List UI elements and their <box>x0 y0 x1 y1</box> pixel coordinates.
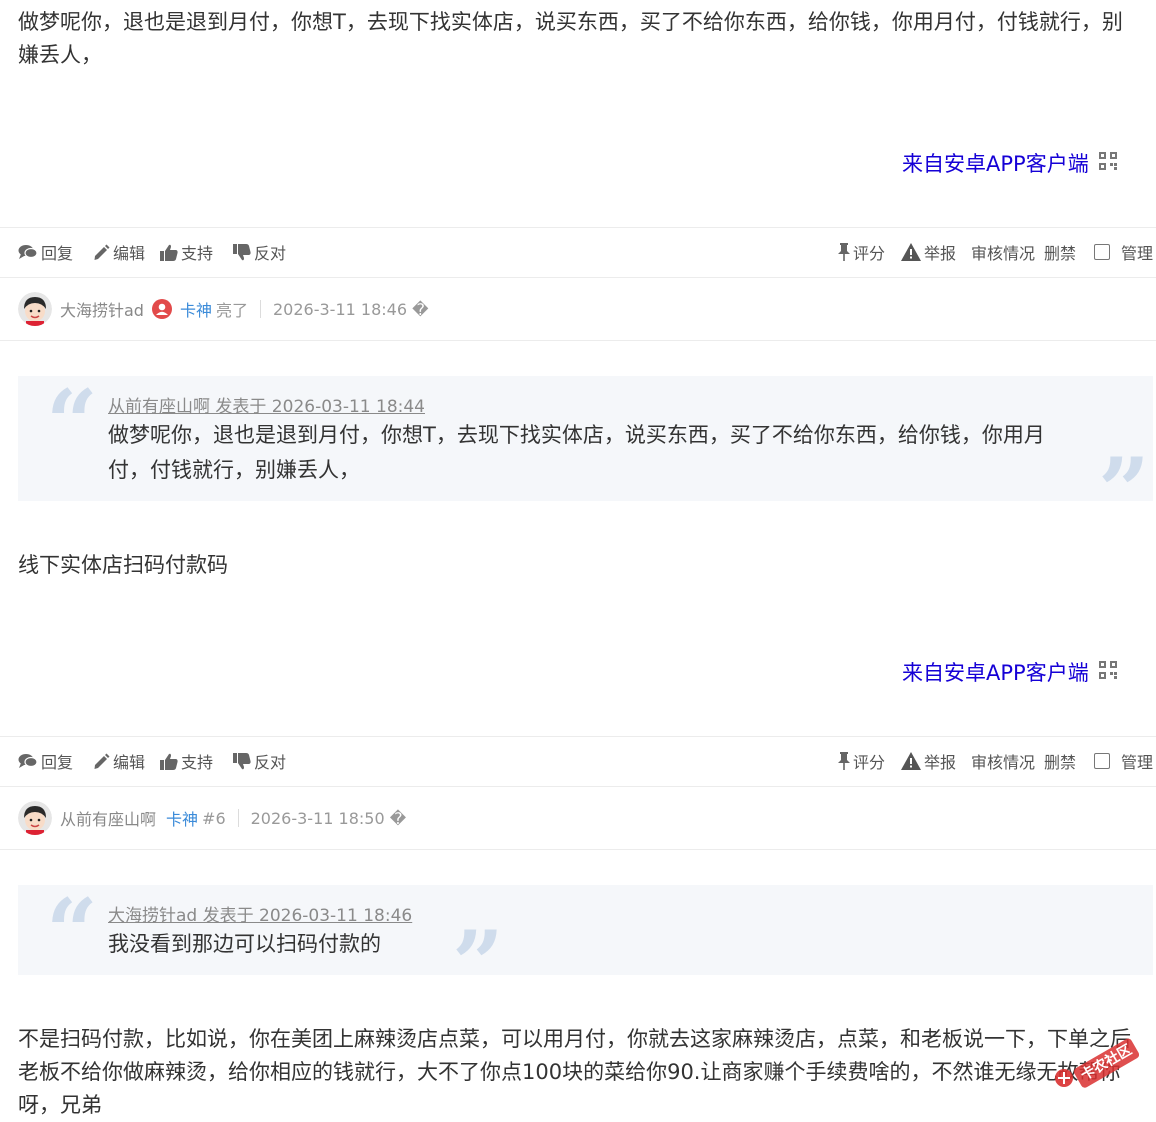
edit-label: 编辑 <box>113 244 146 263</box>
quote-text: 做梦呢你，退也是退到月付，你想T，去现下找实体店，说买东西，买了不给你东西，给你… <box>108 423 1045 482</box>
manage-checkbox[interactable]: 管理 <box>1094 736 1153 786</box>
quote-text: 我没看到那边可以扫码付款的 <box>108 932 381 956</box>
oppose-label: 反对 <box>254 753 287 772</box>
report-label: 举报 <box>924 753 957 772</box>
reply-label: 回复 <box>41 753 74 772</box>
review-status-link[interactable]: 审核情况 <box>971 736 1035 786</box>
ban-link[interactable]: 删禁 <box>1044 736 1076 786</box>
author-name[interactable]: 从前有座山啊 <box>60 806 156 830</box>
edit-button[interactable]: 编辑 <box>93 227 145 277</box>
watermark-logo: 卡农社区 <box>1052 1034 1142 1094</box>
comments-icon <box>18 754 38 768</box>
support-button[interactable]: 支持 <box>160 736 213 786</box>
post-header: 从前有座山啊 卡神 #6 2026-3-11 18:50 � <box>0 787 1156 849</box>
post-body-3: 不是扫码付款，比如说，你在美团上麻辣烫店点菜，可以用月付，你就去这家麻辣烫店，点… <box>18 1027 1131 1117</box>
thumbs-down-icon <box>233 752 251 769</box>
report-button[interactable]: 举报 <box>901 227 956 277</box>
author-name[interactable]: 大海捞针ad <box>60 297 144 321</box>
manage-checkbox[interactable]: 管理 <box>1094 227 1153 277</box>
reply-button[interactable]: 回复 <box>18 736 73 786</box>
reply-label: 回复 <box>41 244 74 263</box>
reply-button[interactable]: 回复 <box>18 227 73 277</box>
close-quote-icon: ” <box>452 911 504 1017</box>
separator <box>260 300 261 318</box>
support-button[interactable]: 支持 <box>160 227 213 277</box>
ban-label: 删禁 <box>1044 244 1077 263</box>
checkbox[interactable] <box>1094 244 1110 260</box>
edit-button[interactable]: 编辑 <box>93 736 145 786</box>
thumbs-down-icon <box>233 243 251 260</box>
source-link-1[interactable]: 来自安卓APP客户端 <box>902 148 1117 178</box>
pushpin-icon <box>838 752 850 770</box>
comments-icon <box>18 245 38 259</box>
warning-icon <box>901 243 921 261</box>
quote-block: “ 大海捞针ad 发表于 2026-03-11 18:46 我没看到那边可以扫码… <box>18 879 1153 1009</box>
support-label: 支持 <box>181 244 214 263</box>
source-link-2[interactable]: 来自安卓APP客户端 <box>902 657 1117 687</box>
ban-label: 删禁 <box>1044 753 1077 772</box>
rate-button[interactable]: 评分 <box>838 227 885 277</box>
floor-number[interactable]: #6 <box>202 809 226 828</box>
close-quote-icon: ” <box>1098 438 1150 544</box>
review-label: 审核情况 <box>971 753 1036 772</box>
source-link-label: 来自安卓APP客户端 <box>902 661 1089 685</box>
quote-header-link[interactable]: 大海捞针ad 发表于 2026-03-11 18:46 <box>108 901 412 926</box>
avatar[interactable] <box>18 801 52 835</box>
qrcode-icon[interactable] <box>1098 152 1117 174</box>
user-rank-badge[interactable]: 卡神 <box>180 297 212 321</box>
report-label: 举报 <box>924 244 957 263</box>
separator <box>237 809 239 827</box>
manage-label: 管理 <box>1121 753 1154 772</box>
pencil-icon <box>94 753 110 769</box>
quote-block: “ 从前有座山啊 发表于 2026-03-11 18:44 做梦呢你，退也是退到… <box>18 370 1153 536</box>
open-quote-icon: “ <box>46 370 98 476</box>
source-link-label: 来自安卓APP客户端 <box>902 152 1089 176</box>
user-rank-badge[interactable]: 卡神 <box>166 806 198 830</box>
qrcode-icon[interactable] <box>1098 661 1117 683</box>
divider <box>0 340 1156 341</box>
edit-label: 编辑 <box>113 753 146 772</box>
pushpin-icon <box>838 243 850 261</box>
avatar[interactable] <box>18 292 52 326</box>
pencil-icon <box>94 244 110 260</box>
warning-icon <box>901 752 921 770</box>
post-action-bar: 回复 编辑 支持 反对 评分 举报 审核情况 删禁 管理 <box>0 736 1156 786</box>
review-label: 审核情况 <box>971 244 1036 263</box>
oppose-button[interactable]: 反对 <box>233 736 286 786</box>
post-body-2: 线下实体店扫码付款码 <box>18 553 228 577</box>
quote-header-link[interactable]: 从前有座山啊 发表于 2026-03-11 18:44 <box>108 392 425 417</box>
post-action-bar: 回复 编辑 支持 反对 评分 举报 审核情况 删禁 管理 <box>0 227 1156 277</box>
report-button[interactable]: 举报 <box>901 736 956 786</box>
review-status-link[interactable]: 审核情况 <box>971 227 1035 277</box>
thumbs-up-icon <box>160 244 178 261</box>
checkbox[interactable] <box>1094 753 1110 769</box>
ban-link[interactable]: 删禁 <box>1044 227 1076 277</box>
user-badge-icon <box>151 299 172 319</box>
post-time: 2026-3-11 18:46 � <box>273 299 429 319</box>
post-header: 大海捞针ad 卡神 亮了 2026-3-11 18:46 � <box>0 278 1156 340</box>
open-quote-icon: “ <box>46 879 98 985</box>
post-body-1: 做梦呢你，退也是退到月付，你想T，去现下找实体店，说买东西，买了不给你东西，给你… <box>18 10 1123 67</box>
thumbs-up-icon <box>160 753 178 770</box>
divider <box>0 849 1156 850</box>
rate-button[interactable]: 评分 <box>838 736 885 786</box>
rate-label: 评分 <box>853 244 886 263</box>
support-label: 支持 <box>181 753 214 772</box>
oppose-button[interactable]: 反对 <box>233 227 286 277</box>
oppose-label: 反对 <box>254 244 287 263</box>
status-tag: 亮了 <box>215 301 248 320</box>
rate-label: 评分 <box>853 753 886 772</box>
post-time: 2026-3-11 18:50 � <box>250 808 407 828</box>
manage-label: 管理 <box>1121 244 1154 263</box>
